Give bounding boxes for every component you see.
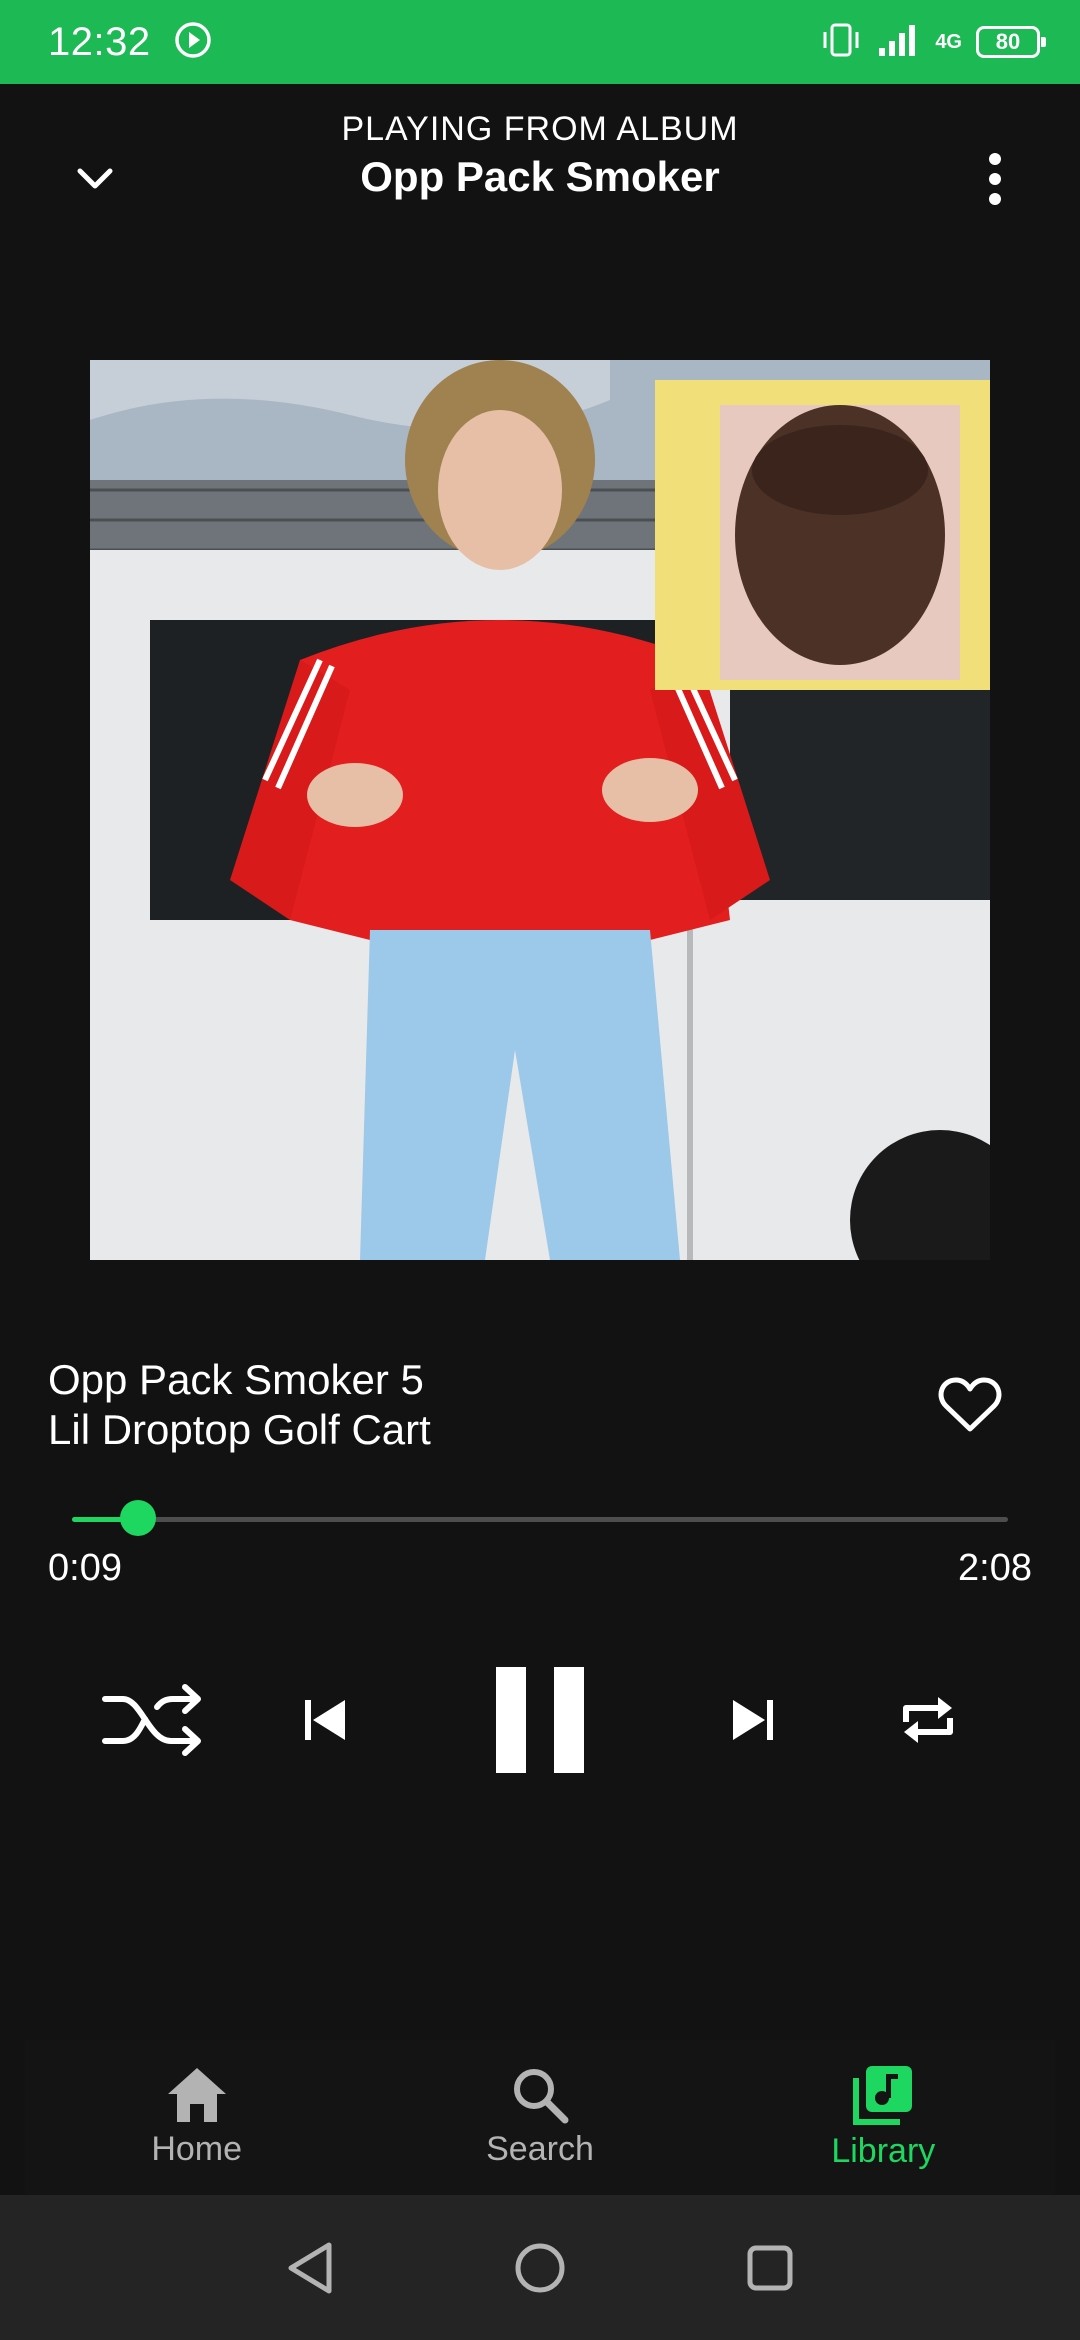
playback-controls: [0, 1650, 1080, 1790]
more-vertical-icon: [989, 153, 1001, 205]
track-info: Opp Pack Smoker 5 Lil Droptop Golf Cart: [48, 1355, 908, 1455]
chevron-down-icon: [77, 168, 113, 189]
heart-icon: [938, 1377, 1002, 1432]
elapsed-time: 0:09: [48, 1547, 122, 1589]
shuffle-icon: [101, 1684, 201, 1756]
progress-track: [72, 1517, 1008, 1522]
system-recents-button[interactable]: [740, 2238, 800, 2298]
previous-button[interactable]: [290, 1680, 360, 1760]
progress-bar[interactable]: [72, 1500, 1008, 1540]
nav-home-label: Home: [151, 2130, 243, 2168]
nav-library[interactable]: Library: [712, 2040, 1055, 2195]
repeat-button[interactable]: [885, 1675, 970, 1765]
more-options-button[interactable]: [950, 134, 1040, 224]
nav-home[interactable]: Home: [25, 2040, 368, 2195]
search-icon: [513, 2069, 569, 2124]
back-triangle-icon: [288, 2242, 332, 2293]
play-notification-icon: [173, 20, 213, 65]
battery-indicator: 80: [976, 26, 1046, 58]
status-right: 4G 80: [819, 20, 1046, 65]
skip-previous-icon: [305, 1700, 345, 1740]
track-artist[interactable]: Lil Droptop Golf Cart: [48, 1405, 908, 1455]
like-button[interactable]: [925, 1370, 1015, 1440]
bottom-navigation: Home Search Library: [25, 2040, 1055, 2195]
signal-icon: [877, 20, 921, 65]
header-text: PLAYING FROM ALBUM Opp Pack Smoker: [240, 110, 840, 201]
album-title[interactable]: Opp Pack Smoker: [240, 153, 840, 201]
playing-context-label: PLAYING FROM ALBUM: [341, 110, 739, 148]
pause-icon: [496, 1667, 584, 1773]
status-time: 12:32: [48, 19, 151, 64]
system-navigation-bar: [0, 2195, 1080, 2340]
nav-search[interactable]: Search: [368, 2040, 711, 2195]
progress-thumb[interactable]: [119, 1500, 156, 1536]
nav-library-label: Library: [831, 2132, 936, 2170]
network-type: 4G: [935, 31, 962, 53]
skip-next-icon: [733, 1700, 773, 1740]
shuffle-button[interactable]: [95, 1675, 210, 1765]
home-circle-icon: [515, 2243, 565, 2292]
library-icon: [853, 2066, 913, 2125]
system-home-button[interactable]: [510, 2238, 570, 2298]
track-title[interactable]: Opp Pack Smoker 5: [48, 1355, 908, 1405]
status-left: 12:32: [48, 20, 213, 65]
pause-button[interactable]: [480, 1650, 600, 1790]
next-button[interactable]: [718, 1680, 788, 1760]
battery-level: 80: [995, 29, 1021, 54]
total-time: 2:08: [958, 1547, 1032, 1589]
home-icon: [167, 2068, 226, 2122]
nav-search-label: Search: [486, 2130, 594, 2168]
recents-square-icon: [747, 2245, 793, 2290]
system-back-button[interactable]: [280, 2238, 340, 2298]
now-playing-screen: 12:32 4G 80 PLAYING FROM ALBUM Opp Pack …: [0, 0, 1080, 2340]
player-header: PLAYING FROM ALBUM Opp Pack Smoker: [0, 84, 1080, 254]
status-bar: 12:32 4G 80: [0, 0, 1080, 84]
collapse-button[interactable]: [50, 134, 140, 224]
repeat-icon: [902, 1697, 953, 1743]
album-artwork: [90, 360, 990, 1260]
vibrate-icon: [819, 20, 863, 65]
